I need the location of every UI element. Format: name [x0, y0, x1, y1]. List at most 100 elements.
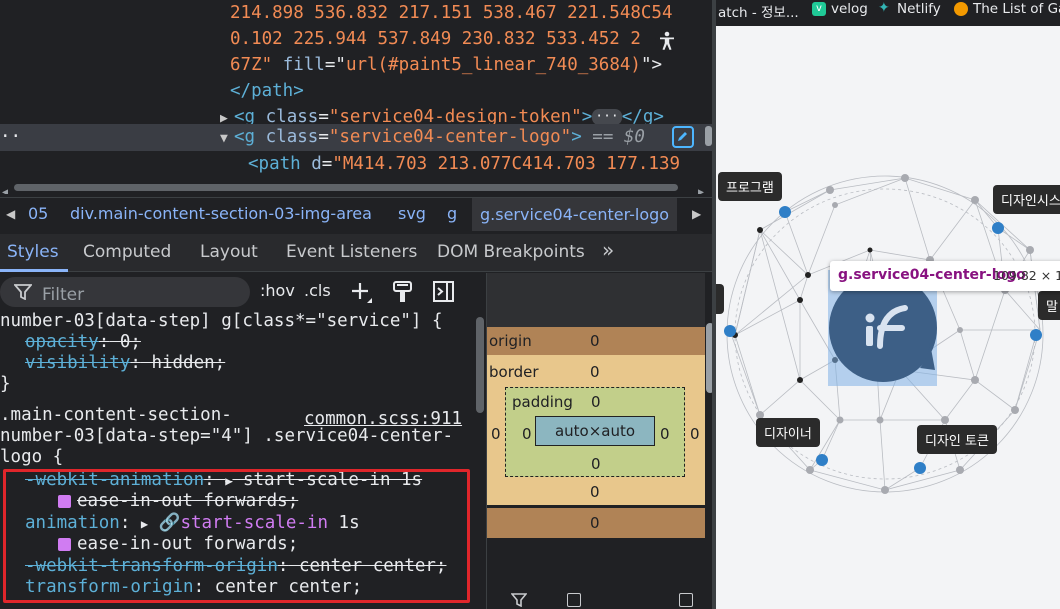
breadcrumb-item[interactable]: 05 — [28, 204, 48, 223]
property-value[interactable]: 0; — [109, 332, 141, 352]
attr-end: "> — [640, 55, 663, 75]
breadcrumb-item-active[interactable]: g.service04-center-logo — [472, 198, 678, 231]
box-model-margin-bottom[interactable]: 0 — [487, 508, 705, 538]
border-right-value[interactable]: 0 — [690, 425, 700, 443]
devtools-panel: 214.898 536.832 217.151 538.467 221.548C… — [0, 0, 716, 609]
filter-input[interactable]: Filter — [0, 277, 250, 307]
path-data-text: 67Z" — [230, 55, 273, 75]
tab-event-listeners[interactable]: Event Listeners — [286, 242, 417, 262]
checkbox[interactable] — [679, 593, 693, 607]
bookmark-label: atch - 정보... — [718, 5, 799, 21]
breadcrumb-item[interactable]: g — [447, 204, 457, 223]
style-declaration[interactable]: visibility: hidden; — [25, 353, 225, 374]
path-data-text: 214.898 536.832 217.151 538.467 221.548C… — [230, 3, 673, 23]
bookmark-item[interactable]: atch - 정보... — [718, 1, 799, 21]
node-label-designer[interactable]: 디자이너 — [756, 418, 820, 447]
tab-layout[interactable]: Layout — [200, 242, 258, 262]
breadcrumb-scroll-left-icon[interactable]: ◀ — [6, 207, 15, 221]
scroll-left-icon[interactable]: ◀ — [2, 180, 8, 194]
dom-node-center-logo[interactable]: ·· — [0, 124, 21, 151]
velog-icon: v — [812, 2, 826, 16]
scrollbar-thumb[interactable] — [14, 184, 678, 191]
toggle-sidebar-icon[interactable] — [432, 280, 456, 304]
hov-button[interactable]: :hov — [260, 281, 295, 300]
scroll-right-icon[interactable]: ▶ — [698, 180, 704, 194]
row-dots: ·· — [0, 127, 22, 147]
inspect-tooltip: g.service04-center-logo 109.82 × 11 — [830, 261, 1060, 291]
tab-dom-breakpoints[interactable]: DOM Breakpoints — [437, 242, 585, 262]
tab-styles[interactable]: Styles — [7, 242, 59, 262]
rule-selector[interactable]: number-03[data-step] g[class*="service"]… — [0, 311, 443, 332]
tag-open: <path — [248, 154, 301, 174]
rule-selector[interactable]: number-03[data-step="4"] .service04-cent… — [0, 426, 453, 447]
attr-value: url(#paint5_linear_740_3684) — [345, 55, 641, 75]
property-value[interactable]: hidden; — [141, 353, 225, 373]
padding-right-value[interactable]: 0 — [660, 425, 670, 443]
border-top-value[interactable]: 0 — [590, 363, 600, 381]
screen: 214.898 536.832 217.151 538.467 221.548C… — [0, 0, 1060, 609]
margin-bottom-value[interactable]: 0 — [590, 514, 600, 532]
attr-name: d — [311, 154, 322, 174]
padding-bottom-value[interactable]: 0 — [591, 455, 601, 473]
padding-left-value[interactable]: 0 — [522, 425, 532, 443]
bookmark-item[interactable]: ✦ Netlify — [878, 1, 941, 17]
collapsed-children-button[interactable]: ··· — [592, 109, 622, 125]
node-label-program[interactable]: 프로그램 — [718, 172, 782, 201]
paint-brush-icon[interactable] — [392, 280, 414, 304]
new-style-rule-icon[interactable] — [350, 281, 374, 305]
dom-line[interactable]: 214.898 536.832 217.151 538.467 221.548C… — [230, 0, 673, 27]
elements-scrollbar-thumb[interactable] — [705, 126, 712, 146]
property-name[interactable]: visibility — [25, 353, 130, 373]
tooltip-element-size: 109.82 × 11 — [993, 268, 1060, 283]
collapse-arrow-icon[interactable]: ▼ — [220, 126, 234, 153]
box-model-margin[interactable]: origin 0 — [487, 327, 705, 355]
padding-top-value[interactable]: 0 — [591, 393, 601, 411]
bookmark-item[interactable]: v velog — [812, 1, 868, 17]
service-network-visual: 프로그램 디자인시스 말 디자이너 디자인 토큰 g.service04-cen… — [716, 26, 1060, 609]
dom-line[interactable]: </path> — [230, 78, 304, 105]
filter-placeholder: Filter — [42, 285, 85, 305]
breadcrumb: ◀ 05 div.main-content-section-03-img-are… — [0, 197, 716, 231]
filter-icon[interactable] — [511, 593, 527, 607]
accessibility-icon[interactable] — [654, 28, 680, 54]
scrollbar-thumb[interactable] — [476, 317, 484, 413]
rule-selector[interactable]: logo { — [0, 447, 63, 468]
elements-tree[interactable]: 214.898 536.832 217.151 538.467 221.548C… — [0, 0, 716, 194]
style-declaration[interactable]: opacity: 0; — [25, 332, 141, 353]
cls-button[interactable]: .cls — [304, 281, 331, 300]
rule-close-brace: } — [0, 374, 11, 394]
border-bottom-value[interactable]: 0 — [590, 483, 600, 501]
property-name[interactable]: opacity — [25, 332, 99, 352]
breadcrumb-item[interactable]: svg — [398, 204, 426, 223]
node-label-design-system[interactable]: 디자인시스 — [993, 185, 1060, 214]
rule-selector[interactable]: .main-content-section- — [0, 405, 232, 426]
selected-marker: == $0 — [592, 127, 645, 147]
dom-node-path[interactable]: <path d="M414.703 213.077C414.703 177.13… — [248, 151, 680, 178]
dom-line[interactable]: 67Z" fill="url(#paint5_linear_740_3684)"… — [230, 52, 662, 79]
dom-line[interactable]: 0.102 225.944 537.849 230.832 533.452 2 — [230, 26, 641, 53]
node-label-design-token[interactable]: 디자인 토큰 — [917, 425, 997, 454]
breadcrumb-scroll-right-icon[interactable]: ▶ — [692, 207, 701, 221]
box-model-content[interactable]: auto×auto — [535, 416, 655, 446]
edit-html-icon[interactable] — [672, 126, 694, 148]
node-label-right-cut[interactable]: 말 — [1038, 291, 1060, 320]
elements-horizontal-scrollbar[interactable]: ◀ ▶ — [0, 180, 716, 194]
bookmark-label: velog — [831, 1, 868, 17]
node-label-left-cut[interactable] — [716, 284, 724, 314]
margin-top-value[interactable]: 0 — [590, 332, 600, 350]
styles-scrollbar[interactable] — [474, 311, 486, 609]
border-left-value[interactable]: 0 — [491, 425, 501, 443]
dom-node-center-logo-tag[interactable]: ▼ <g class="service04-center-logo"> == $0 — [220, 124, 645, 151]
active-tab-indicator — [0, 269, 68, 272]
games-list-icon — [954, 2, 968, 16]
more-tabs-icon[interactable]: » — [602, 238, 614, 262]
network-sphere-graphic — [724, 174, 1044, 494]
tab-computed[interactable]: Computed — [83, 242, 171, 262]
filter-icon — [14, 284, 32, 300]
bookmark-item[interactable]: The List of Gam — [954, 1, 1060, 17]
bookmark-label: Netlify — [897, 1, 941, 17]
attr-value: "service04-center-logo" — [328, 127, 572, 147]
breadcrumb-item[interactable]: div.main-content-section-03-img-area — [70, 204, 372, 223]
checkbox[interactable] — [567, 593, 581, 607]
tag-gt: > — [571, 127, 582, 147]
